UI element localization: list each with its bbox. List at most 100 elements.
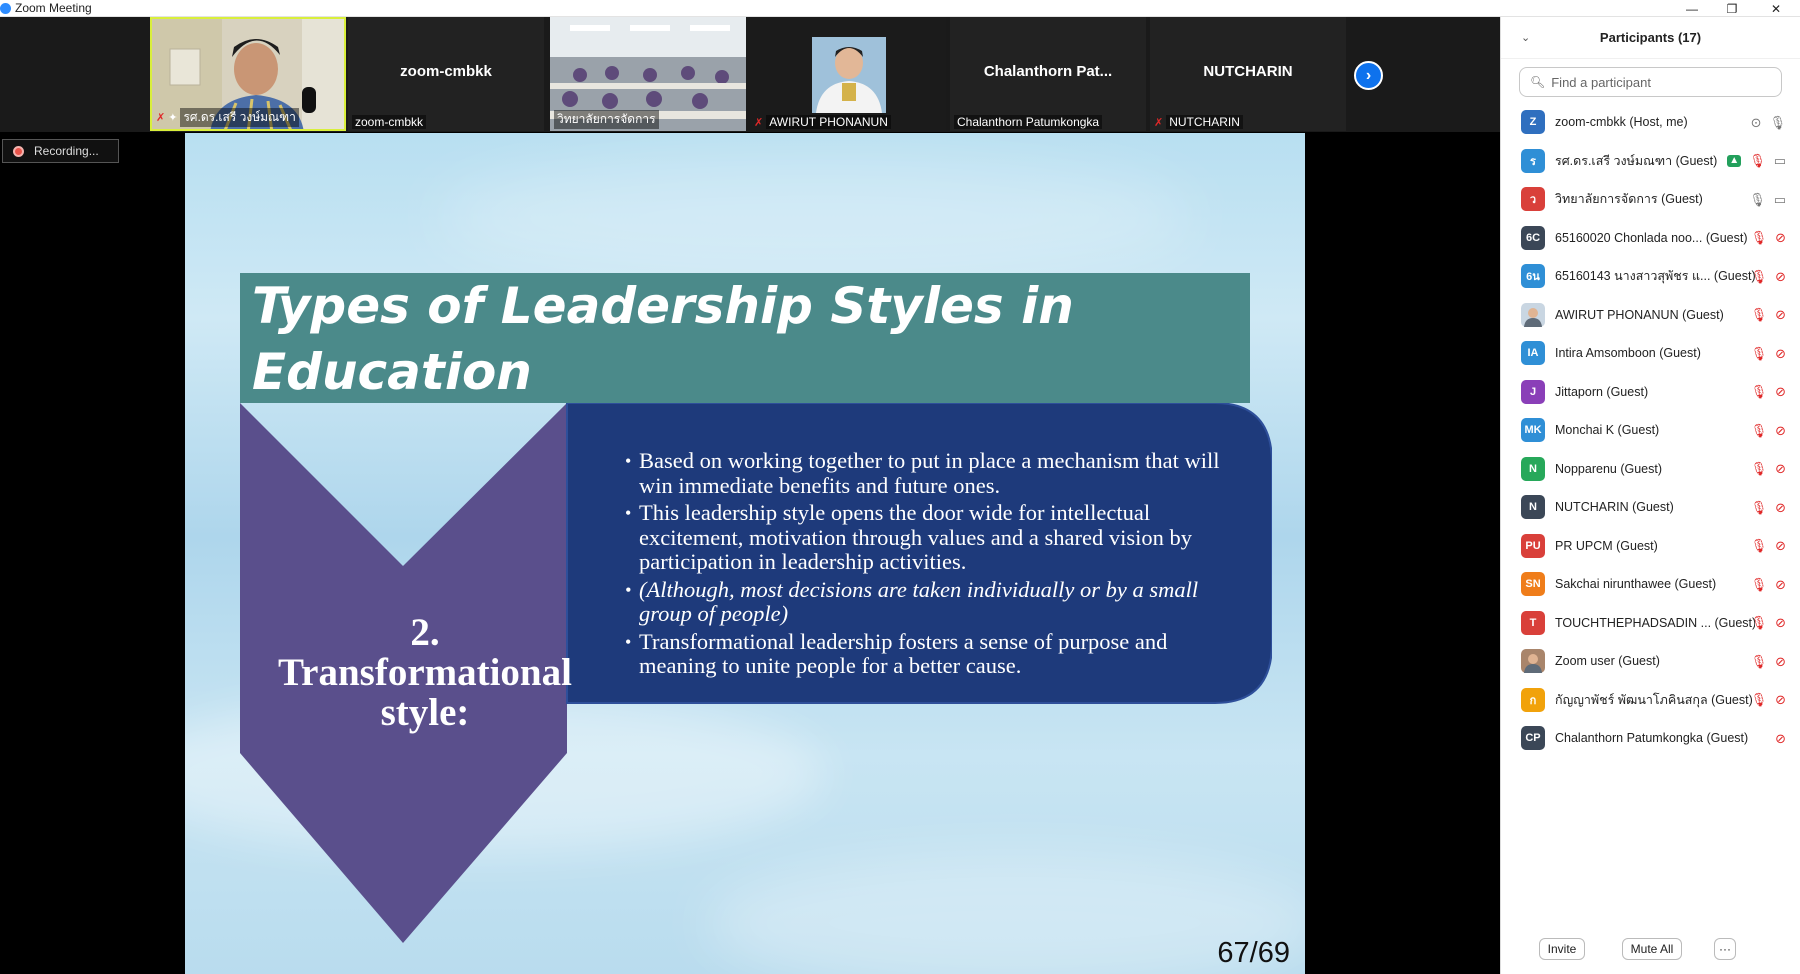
participant-avatar: IA (1521, 341, 1545, 366)
video-icon[interactable]: ▭ (1774, 193, 1786, 206)
mic-muted-icon[interactable]: 🎙︎ (1751, 347, 1768, 360)
video-off-icon[interactable]: ⊘ (1775, 347, 1786, 360)
participant-name: TOUCHTHEPHADSADIN ... (Guest) (1555, 616, 1755, 630)
participant-status-icons: 🎙︎ ⊘ (1751, 450, 1786, 488)
invite-button[interactable]: Invite (1539, 938, 1585, 960)
participant-row[interactable]: ก กัญญาพัชร์ พัฒนาโภคินสกุล (Guest) 🎙︎ ⊘ (1501, 681, 1800, 720)
video-tile-zoom-cmbkk[interactable]: zoom-cmbkk zoom-cmbkk (348, 17, 544, 131)
video-off-icon[interactable]: ⊘ (1775, 385, 1786, 398)
video-off-icon[interactable]: ⊘ (1775, 693, 1786, 706)
participant-row[interactable]: N NUTCHARIN (Guest) 🎙︎ ⊘ (1501, 488, 1800, 527)
video-off-icon[interactable]: ⊘ (1775, 424, 1786, 437)
video-off-icon[interactable]: ⊘ (1775, 462, 1786, 475)
participant-display-name: Intira Amsomboon (1555, 346, 1656, 361)
video-off-icon[interactable]: ⊘ (1775, 231, 1786, 244)
participant-display-name: PR UPCM (1555, 538, 1613, 553)
screen-share-icon[interactable]: ▲ (1727, 154, 1742, 167)
participant-status-icons: 🎙︎ ⊘ (1751, 681, 1786, 719)
participant-avatar: N (1521, 495, 1545, 520)
participant-display-name: 65160143 นางสาวสุพัชร แ... (1555, 269, 1711, 284)
video-off-icon[interactable]: ⊘ (1775, 501, 1786, 514)
mic-muted-icon[interactable]: 🎙︎ (1751, 231, 1768, 244)
video-off-icon[interactable]: ⊘ (1775, 616, 1786, 629)
mic-muted-icon[interactable]: 🎙︎ (1749, 154, 1766, 167)
participant-row[interactable]: N Nopparenu (Guest) 🎙︎ ⊘ (1501, 450, 1800, 489)
slide-title-line: Education (252, 343, 532, 401)
more-options-button[interactable]: ··· (1714, 938, 1736, 960)
mic-muted-icon[interactable]: 🎙︎ (1751, 539, 1768, 552)
search-icon: 🔍︎ (1530, 75, 1546, 89)
video-tile-nutcharin[interactable]: NUTCHARIN ✗ NUTCHARIN (1150, 17, 1346, 131)
participant-search-input[interactable] (1551, 74, 1772, 90)
tile-name: AWIRUT PHONANUN (766, 115, 891, 129)
mic-muted-icon: ✗ (1154, 116, 1164, 129)
participant-status-icons: 🎙︎ ⊘ (1751, 411, 1786, 449)
participant-avatar: SN (1521, 572, 1545, 597)
video-off-icon[interactable]: ⊘ (1775, 578, 1786, 591)
participant-status-icons: ⊘ (1775, 719, 1786, 757)
video-icon[interactable]: ▭ (1774, 154, 1786, 167)
mute-all-button[interactable]: Mute All (1622, 938, 1682, 960)
next-page-arrow-icon[interactable]: › (1354, 61, 1383, 90)
window-title: Zoom Meeting (15, 1, 92, 15)
participant-row[interactable]: PU PR UPCM (Guest) 🎙︎ ⊘ (1501, 527, 1800, 566)
video-tile-presenter[interactable]: ✗ ✦ รศ.ดร.เสรี วงษ์มณฑา (150, 17, 346, 131)
close-icon[interactable]: ✕ (1756, 0, 1796, 17)
meeting-main-area: ✗ ✦ รศ.ดร.เสรี วงษ์มณฑา zoom-cmbkk zoom-… (0, 17, 1500, 974)
mic-muted-icon[interactable]: 🎙︎ (1751, 616, 1768, 629)
tile-big-name: zoom-cmbkk (400, 63, 492, 80)
participant-row[interactable]: Zzoom-cmbkk (Host, me) ⊙ 🎙︎ (1501, 103, 1800, 142)
video-off-icon[interactable]: ⊘ (1775, 655, 1786, 668)
participant-row[interactable]: ว วิทยาลัยการจัดการ (Guest) 🎙︎ ▭ (1501, 180, 1800, 219)
mic-muted-icon[interactable]: 🎙︎ (1751, 462, 1768, 475)
participant-photo-avatar (1521, 649, 1545, 674)
participant-name: Monchai K (Guest) (1555, 423, 1659, 437)
participants-footer: Invite Mute All ··· (1501, 924, 1800, 974)
mic-muted-icon[interactable]: 🎙︎ (1751, 270, 1768, 283)
video-tile-awirut[interactable]: ✗ AWIRUT PHONANUN (750, 17, 946, 131)
participant-row[interactable]: IA Intira Amsomboon (Guest) 🎙︎ ⊘ (1501, 334, 1800, 373)
recording-indicator[interactable]: Recording... (2, 139, 119, 163)
video-off-icon[interactable]: ⊘ (1775, 539, 1786, 552)
mic-icon[interactable]: 🎙︎ (1749, 193, 1766, 206)
mic-muted-icon[interactable]: 🎙︎ (1751, 501, 1768, 514)
participant-display-name: รศ.ดร.เสรี วงษ์มณฑา (1555, 153, 1673, 168)
mic-muted-icon: ✗ (754, 116, 764, 129)
participant-row[interactable]: 6น 65160143 นางสาวสุพัชร แ... (Guest) 🎙︎ ⊘ (1501, 257, 1800, 296)
participant-name: Zoom user (Guest) (1555, 654, 1660, 668)
mic-icon[interactable]: 🎙︎ (1769, 116, 1786, 129)
video-off-icon[interactable]: ⊘ (1775, 732, 1786, 745)
participant-row[interactable]: Zoom user (Guest) 🎙︎ ⊘ (1501, 642, 1800, 681)
participant-row[interactable]: CP Chalanthorn Patumkongka (Guest) ⊘ (1501, 719, 1800, 758)
participant-display-name: Chalanthorn Patumkongka (1555, 731, 1704, 746)
mic-muted-icon[interactable]: 🎙︎ (1751, 424, 1768, 437)
participant-search-box[interactable]: 🔍︎ (1519, 67, 1782, 97)
minimize-icon[interactable]: — (1672, 0, 1712, 17)
chevron-down-icon[interactable]: ⌄ (1521, 31, 1530, 44)
participants-header: ⌄ Participants (17) (1501, 17, 1800, 59)
video-tile-chalanthorn[interactable]: Chalanthorn Pat... Chalanthorn Patumkong… (950, 17, 1146, 131)
restore-icon[interactable]: ❐ (1712, 0, 1752, 17)
video-tile-classroom[interactable]: วิทยาลัยการจัดการ (550, 17, 746, 131)
participant-display-name: วิทยาลัยการจัดการ (1555, 192, 1658, 207)
participant-status-icons: 🎙︎ ⊘ (1751, 642, 1786, 680)
participant-row[interactable]: ร รศ.ดร.เสรี วงษ์มณฑา (Guest) ▲ 🎙︎ ▭ (1501, 142, 1800, 181)
participant-avatar: MK (1521, 418, 1545, 443)
mic-muted-icon[interactable]: 🎙︎ (1751, 655, 1768, 668)
participant-name: Nopparenu (Guest) (1555, 462, 1662, 476)
record-icon[interactable]: ⊙ (1751, 116, 1762, 129)
participant-display-name: Jittaporn (1555, 384, 1603, 399)
video-off-icon[interactable]: ⊘ (1775, 270, 1786, 283)
participant-row[interactable]: AWIRUT PHONANUN (Guest) 🎙︎ ⊘ (1501, 296, 1800, 335)
participant-row[interactable]: J Jittaporn (Guest) 🎙︎ ⊘ (1501, 373, 1800, 412)
participant-row[interactable]: MK Monchai K (Guest) 🎙︎ ⊘ (1501, 411, 1800, 450)
mic-muted-icon[interactable]: 🎙︎ (1751, 385, 1768, 398)
video-off-icon[interactable]: ⊘ (1775, 308, 1786, 321)
mic-muted-icon[interactable]: 🎙︎ (1751, 308, 1768, 321)
mic-muted-icon[interactable]: 🎙︎ (1751, 693, 1768, 706)
participant-row[interactable]: SN Sakchai nirunthawee (Guest) 🎙︎ ⊘ (1501, 565, 1800, 604)
participant-role: (Guest) (1672, 153, 1718, 168)
participant-row[interactable]: 6C 65160020 Chonlada noo... (Guest) 🎙︎ ⊘ (1501, 219, 1800, 258)
participant-row[interactable]: T TOUCHTHEPHADSADIN ... (Guest) 🎙︎ ⊘ (1501, 604, 1800, 643)
mic-muted-icon[interactable]: 🎙︎ (1751, 578, 1768, 591)
